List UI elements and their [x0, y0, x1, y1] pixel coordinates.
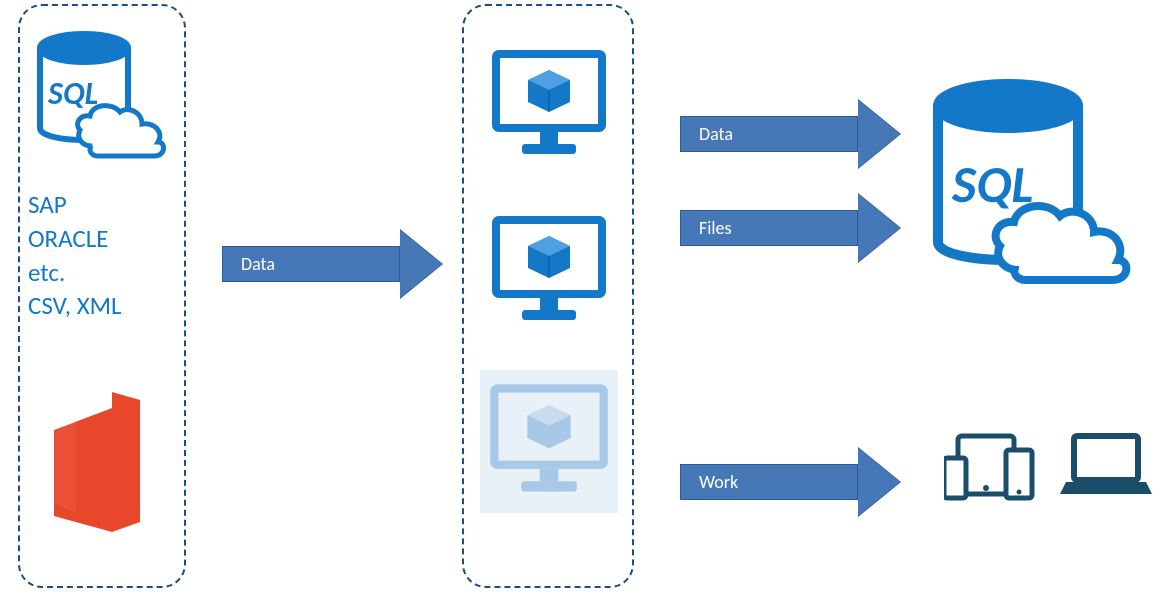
vm-monitor-3-faded [480, 370, 618, 513]
arrow-label: Data [699, 123, 733, 145]
arrow-label: Data [241, 253, 275, 275]
laptop-icon [1058, 430, 1154, 507]
source-line-2: ORACLE [28, 222, 122, 256]
source-systems-list: SAP ORACLE etc. CSV, XML [28, 188, 122, 323]
vm-monitor-2 [486, 206, 612, 337]
arrow-files: Files [680, 194, 900, 262]
sql-label-text: SQL [951, 152, 1033, 216]
arrow-data-left: Data [222, 230, 442, 298]
source-line-1: SAP [28, 188, 122, 222]
mobile-devices-icon [944, 430, 1044, 509]
target-sql-db: SQL [926, 64, 1146, 329]
source-line-4: CSV, XML [28, 289, 122, 323]
arrow-label: Work [699, 471, 738, 493]
arrow-label: Files [699, 217, 732, 239]
arrow-data-top: Data [680, 100, 900, 168]
arrow-work: Work [680, 448, 900, 516]
office-icon [40, 388, 158, 541]
vm-monitor-1 [486, 40, 612, 171]
source-line-3: etc. [28, 256, 122, 290]
source-sql-db: SQL [34, 18, 172, 183]
sql-label-text: SQL [47, 74, 98, 113]
